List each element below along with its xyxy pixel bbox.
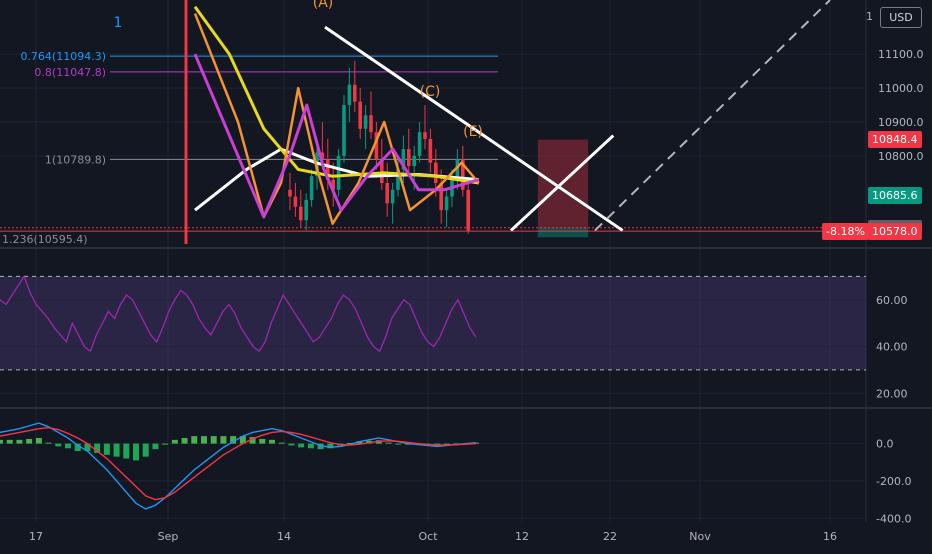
macd-histogram-bar bbox=[6, 439, 13, 444]
date-tick-label: Sep bbox=[158, 530, 179, 543]
macd-histogram-bar bbox=[113, 443, 120, 457]
macd-histogram-bar bbox=[269, 439, 275, 444]
candle-body bbox=[466, 189, 470, 231]
macd-tick-label: -400.0 bbox=[876, 512, 911, 525]
wave-count-label: 1 bbox=[114, 15, 123, 31]
date-tick-label: 22 bbox=[603, 530, 617, 543]
wave-label: (C) bbox=[420, 84, 441, 100]
price-tick-label: 10900.0 bbox=[878, 116, 924, 129]
take-profit-zone bbox=[537, 227, 589, 238]
macd-histogram-bar bbox=[45, 442, 52, 444]
rsi-tick-label: 20.00 bbox=[876, 387, 908, 400]
candle-body bbox=[417, 132, 422, 156]
macd-histogram-bar bbox=[395, 443, 402, 445]
macd-histogram-bar bbox=[210, 436, 217, 444]
rsi-band-fill bbox=[0, 276, 866, 370]
top-tick-label: 1 bbox=[866, 10, 873, 23]
candle-body bbox=[353, 84, 357, 102]
macd-histogram-bar bbox=[35, 438, 42, 444]
macd-histogram-bar bbox=[142, 443, 149, 457]
macd-histogram-bar bbox=[0, 439, 3, 444]
macd-histogram-bar bbox=[55, 443, 62, 447]
candle-body bbox=[293, 196, 298, 207]
price-badge: 10848.4 bbox=[868, 131, 922, 149]
candle-body bbox=[309, 176, 314, 200]
candle-body bbox=[288, 189, 292, 197]
fib-partial-label: 1.236(10595.4) bbox=[2, 233, 88, 246]
candle-body bbox=[369, 115, 373, 133]
fib-level-label: 1(10789.8) bbox=[45, 153, 106, 166]
candle-body bbox=[407, 149, 411, 167]
candle-body bbox=[304, 199, 308, 221]
macd-histogram-bar bbox=[201, 436, 207, 444]
price-tick-label: 11000.0 bbox=[878, 82, 924, 95]
change-percent-badge: -8.18% bbox=[822, 223, 869, 241]
macd-histogram-bar bbox=[181, 438, 188, 444]
macd-histogram-bar bbox=[152, 443, 159, 450]
candle-body bbox=[342, 105, 346, 156]
candle-body bbox=[423, 132, 427, 139]
chart-root[interactable]: 17 Sep 14 Oct 12 22 Nov 16 11100.0 11000.0 10900.0… bbox=[0, 0, 932, 550]
fib-level-label: 0.8(11047.8) bbox=[34, 66, 106, 79]
date-tick-label: Nov bbox=[689, 530, 711, 543]
candle-body bbox=[347, 84, 352, 106]
macd-histogram-bar bbox=[307, 443, 314, 449]
fib-level-label: 0.764(11094.3) bbox=[20, 50, 106, 63]
macd-histogram-bar bbox=[220, 436, 227, 444]
macd-histogram-bar bbox=[298, 443, 305, 448]
macd-histogram-bar bbox=[65, 443, 71, 449]
macd-histogram-bar bbox=[162, 443, 169, 445]
candle-body bbox=[363, 115, 368, 129]
candle-body bbox=[336, 155, 341, 190]
price-badge: 10578.0 bbox=[868, 223, 922, 241]
macd-histogram-bar bbox=[133, 443, 139, 461]
date-tick-label: 16 bbox=[823, 530, 837, 543]
date-tick-label: Oct bbox=[418, 530, 438, 543]
candle-body bbox=[444, 196, 449, 211]
price-badge: 10685.6 bbox=[868, 186, 922, 204]
macd-histogram-bar bbox=[385, 442, 392, 444]
candle-body bbox=[412, 155, 416, 167]
candle-body bbox=[428, 138, 433, 163]
wave-label: (A) bbox=[313, 0, 334, 11]
macd-histogram-bar bbox=[278, 442, 285, 444]
macd-histogram-bar bbox=[171, 439, 178, 444]
macd-histogram-bar bbox=[123, 443, 130, 459]
macd-tick-label: 0.0 bbox=[876, 438, 894, 451]
candle-body bbox=[434, 162, 438, 183]
macd-histogram-bar bbox=[26, 438, 33, 444]
date-tick-label: 12 bbox=[515, 530, 529, 543]
wave-label: (E) bbox=[463, 124, 483, 140]
candle-body bbox=[358, 101, 362, 129]
macd-histogram-bar bbox=[103, 443, 110, 455]
macd-histogram-bar bbox=[288, 443, 295, 446]
candle-body bbox=[299, 206, 303, 221]
macd-histogram-bar bbox=[16, 439, 23, 444]
price-tick-label: 10800.0 bbox=[878, 150, 924, 163]
candle-body bbox=[385, 183, 389, 204]
candle-body bbox=[390, 189, 395, 204]
chart-background bbox=[0, 0, 932, 550]
date-tick-label: 14 bbox=[277, 530, 291, 543]
macd-histogram-bar bbox=[191, 436, 198, 444]
currency-button[interactable]: USD bbox=[880, 7, 922, 28]
rsi-tick-label: 40.00 bbox=[876, 341, 908, 354]
macd-histogram-bar bbox=[259, 438, 266, 444]
chart-canvas[interactable]: 17 Sep 14 Oct 12 22 Nov 16 11100.0 11000.0 10900.0… bbox=[0, 0, 932, 550]
date-tick-label: 17 bbox=[29, 530, 43, 543]
macd-tick-label: -200.0 bbox=[876, 475, 911, 488]
price-tick-label: 11100.0 bbox=[878, 48, 924, 61]
rsi-tick-label: 60.00 bbox=[876, 294, 908, 307]
